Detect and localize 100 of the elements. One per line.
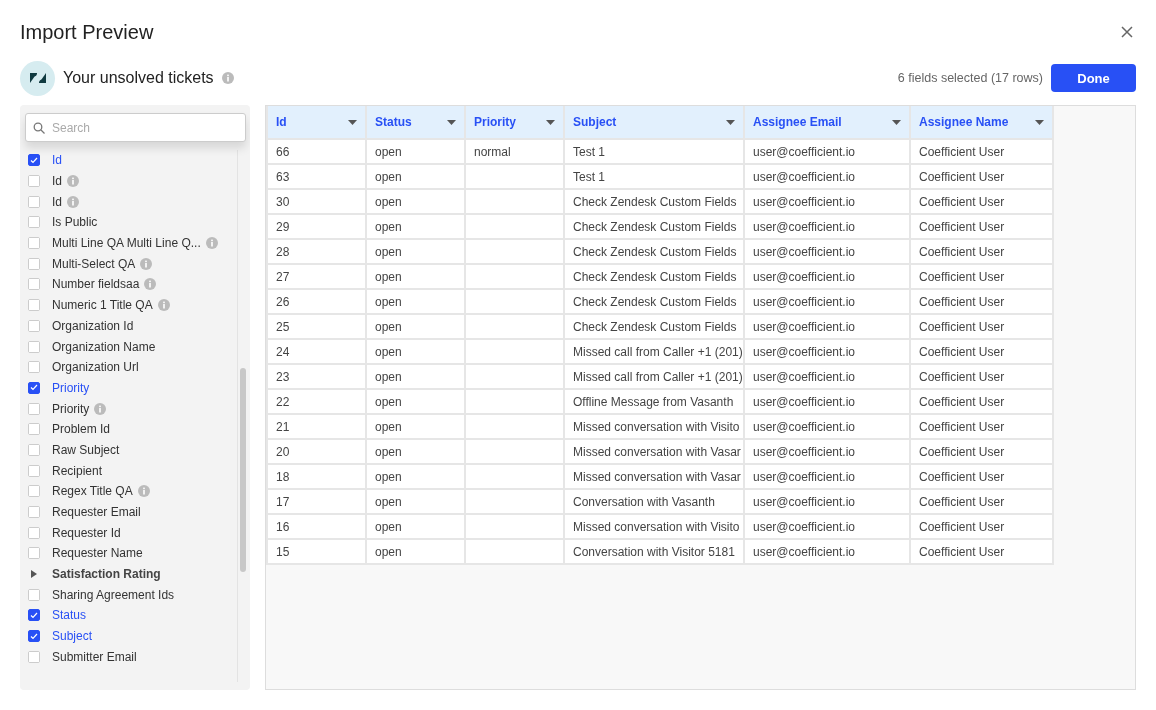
field-label[interactable]: Id (52, 194, 62, 209)
table-cell: Coefficient User (910, 489, 1053, 514)
table-cell: open (366, 189, 465, 214)
table-cell: Coefficient User (910, 464, 1053, 489)
field-label[interactable]: Id (52, 153, 62, 168)
field-label[interactable]: Requester Id (52, 525, 121, 540)
info-icon[interactable] (94, 402, 107, 415)
field-label[interactable]: Status (52, 608, 87, 623)
table-cell: Coefficient User (910, 214, 1053, 239)
caret-down-icon[interactable] (447, 119, 456, 125)
field-label[interactable]: Priority (52, 401, 90, 416)
info-icon[interactable] (140, 257, 153, 270)
caret-down-icon[interactable] (1035, 119, 1044, 125)
table-cell: open (366, 214, 465, 239)
field-label[interactable]: Requester Email (52, 505, 141, 520)
table-cell: Coefficient User (910, 164, 1053, 189)
info-icon[interactable] (67, 175, 79, 188)
table-cell: 24 (267, 339, 366, 364)
table-cell: 18 (267, 464, 366, 489)
column-header[interactable]: Subject (564, 106, 744, 139)
table-cell: Coefficient User (910, 314, 1053, 339)
table-cell: user@coefficient.io (744, 289, 910, 314)
table-cell: user@coefficient.io (744, 389, 910, 414)
field-label[interactable]: Recipient (52, 463, 103, 478)
table-cell: Offline Message from Vasanth (564, 389, 744, 414)
table-cell: Coefficient User (910, 539, 1053, 564)
table-cell: Missed conversation with Visito (564, 514, 744, 539)
done-button[interactable]: Done (1051, 64, 1136, 92)
source-title: Your unsolved tickets (63, 69, 214, 87)
zendesk-logo-icon (20, 60, 55, 96)
table-cell: user@coefficient.io (744, 139, 910, 164)
table-cell: user@coefficient.io (744, 314, 910, 339)
table-cell: user@coefficient.io (744, 364, 910, 389)
table-cell: Test 1 (564, 139, 744, 164)
table-cell: Check Zendesk Custom Fields (564, 289, 744, 314)
field-label[interactable]: Multi-Select QA (52, 256, 136, 271)
table-cell: open (366, 364, 465, 389)
table-cell: Coefficient User (910, 439, 1053, 464)
field-label[interactable]: Is Public (52, 215, 98, 230)
info-icon[interactable] (205, 237, 218, 250)
table-cell: Coefficient User (910, 139, 1053, 164)
table-cell: 29 (267, 214, 366, 239)
field-label[interactable]: Multi Line QA Multi Line Q... (52, 236, 201, 251)
column-header[interactable]: Id (267, 106, 366, 139)
column-header[interactable]: Priority (465, 106, 564, 139)
caret-down-icon[interactable] (546, 119, 555, 125)
table-cell: Coefficient User (910, 364, 1053, 389)
table-cell: open (366, 464, 465, 489)
field-label[interactable]: Requester Name (52, 546, 143, 561)
table-cell: open (366, 314, 465, 339)
field-label[interactable]: Number fieldsaa (52, 277, 140, 292)
info-icon[interactable] (221, 72, 234, 84)
field-label[interactable]: Subject (52, 629, 93, 644)
table-cell: user@coefficient.io (744, 539, 910, 564)
table-cell: Missed conversation with Vasar (564, 439, 744, 464)
column-header[interactable]: Status (366, 106, 465, 139)
field-label[interactable]: Regex Title QA (52, 484, 133, 499)
column-header[interactable]: Assignee Email (744, 106, 910, 139)
field-checkbox[interactable] (28, 381, 40, 394)
table-cell: open (366, 264, 465, 289)
field-label[interactable]: Problem Id (52, 422, 111, 437)
table-cell: Missed call from Caller +1 (201) (564, 339, 744, 364)
table-cell: user@coefficient.io (744, 414, 910, 439)
info-icon[interactable] (137, 485, 150, 498)
table-cell: Coefficient User (910, 514, 1053, 539)
field-label[interactable]: Organization Name (52, 339, 156, 354)
field-group-label[interactable]: Satisfaction Rating (52, 567, 161, 582)
table-cell: open (366, 239, 465, 264)
table-cell: Coefficient User (910, 414, 1053, 439)
column-header[interactable]: Assignee Name (910, 106, 1053, 139)
field-label[interactable]: Priority (52, 380, 90, 395)
selection-summary: 6 fields selected (17 rows) (897, 71, 1043, 85)
table-cell: 21 (267, 414, 366, 439)
field-label[interactable]: Organization Url (52, 360, 139, 375)
info-icon[interactable] (144, 278, 157, 291)
field-label[interactable]: Submitter Email (52, 649, 137, 664)
table-cell: 22 (267, 389, 366, 414)
caret-down-icon[interactable] (892, 119, 901, 125)
scrollbar-thumb[interactable] (240, 368, 246, 572)
caret-down-icon[interactable] (348, 119, 357, 125)
field-label[interactable]: Id (52, 174, 62, 189)
search-field[interactable]: Search (25, 113, 246, 142)
info-icon[interactable] (157, 299, 170, 312)
field-checkbox[interactable] (28, 154, 40, 167)
field-label[interactable]: Organization Id (52, 318, 134, 333)
info-icon[interactable] (67, 195, 79, 208)
table-cell: user@coefficient.io (744, 214, 910, 239)
field-label[interactable]: Raw Subject (52, 442, 120, 457)
table-cell: Conversation with Vasanth (564, 489, 744, 514)
field-label[interactable]: Numeric 1 Title QA (52, 298, 153, 313)
field-checkbox[interactable] (28, 630, 40, 643)
table-cell: open (366, 514, 465, 539)
field-checkbox[interactable] (28, 609, 40, 622)
caret-down-icon[interactable] (726, 119, 735, 125)
table-cell: Test 1 (564, 164, 744, 189)
table-cell: open (366, 489, 465, 514)
table-cell: Check Zendesk Custom Fields (564, 264, 744, 289)
table-cell: Conversation with Visitor 5181 (564, 539, 744, 564)
field-label[interactable]: Sharing Agreement Ids (52, 587, 175, 602)
table-cell: Check Zendesk Custom Fields (564, 189, 744, 214)
